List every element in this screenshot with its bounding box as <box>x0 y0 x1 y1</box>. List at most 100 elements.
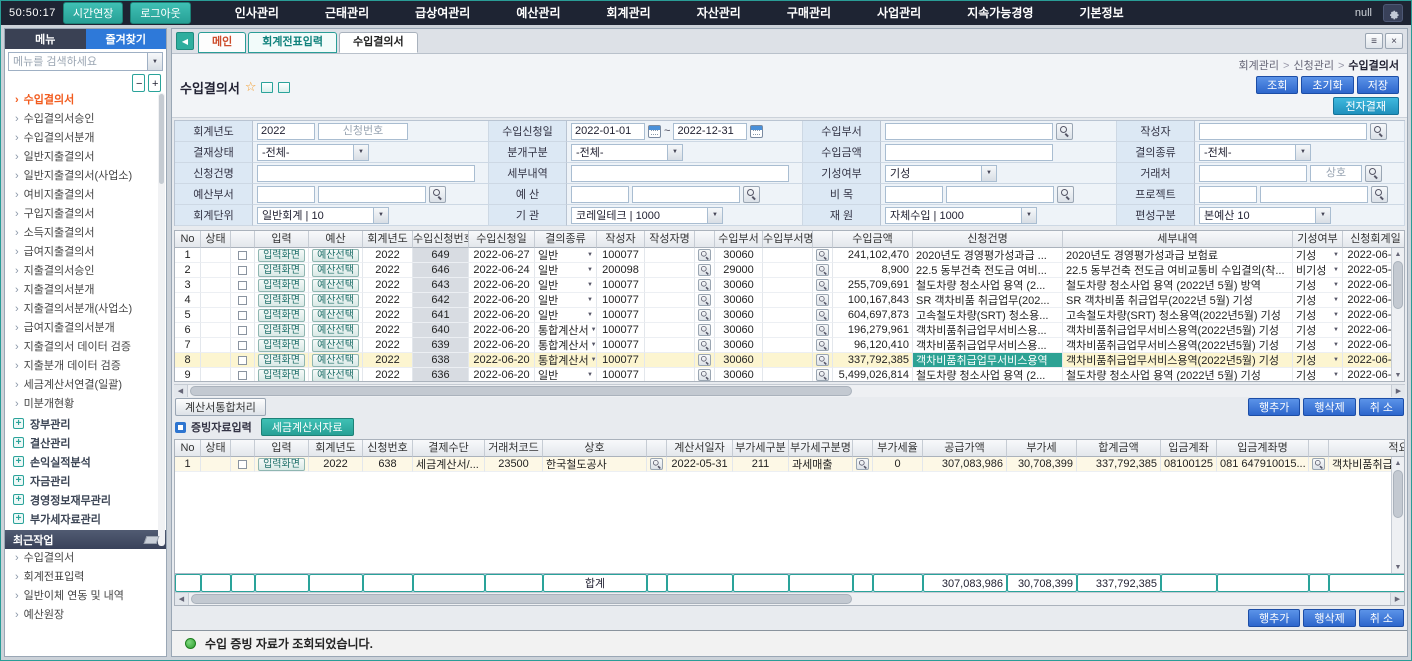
search-button[interactable] <box>816 309 829 321</box>
project-search-button[interactable] <box>1371 186 1388 203</box>
table-row[interactable]: 4입력화면예산선택20226422022-06-20일반▼10007730060… <box>175 293 1405 308</box>
topbar-menu[interactable]: 예산관리 <box>493 1 583 25</box>
scroll-up-icon[interactable]: ▲ <box>1392 248 1405 260</box>
search-button[interactable] <box>856 458 869 470</box>
topbar-menu[interactable]: 구매관리 <box>764 1 854 25</box>
add-row-button[interactable]: 행추가 <box>1248 609 1300 627</box>
budget-name-input[interactable] <box>632 186 740 203</box>
writer-search-button[interactable] <box>1370 123 1387 140</box>
horizontal-scrollbar[interactable]: ◀ ▶ <box>175 592 1404 605</box>
vendor-search-button[interactable] <box>1365 165 1382 182</box>
topbar-menu[interactable]: 자산관리 <box>674 1 764 25</box>
scroll-thumb[interactable] <box>1393 261 1403 309</box>
vertical-scrollbar[interactable]: ▲ ▼ <box>1391 248 1404 381</box>
cell-select[interactable]: 비기성▼ <box>1293 263 1343 278</box>
sidebar-item[interactable]: ›일반지출결의서(사업소) <box>5 167 166 186</box>
search-button[interactable] <box>816 279 829 291</box>
input-screen-button[interactable]: 입력화면 <box>258 324 305 337</box>
topbar-menu[interactable]: 지속가능경영 <box>944 1 1056 25</box>
input-screen-button[interactable]: 입력화면 <box>258 458 305 471</box>
recent-item[interactable]: ›예산원장 <box>5 606 166 625</box>
scroll-left-icon[interactable]: ◀ <box>175 593 189 605</box>
search-button[interactable] <box>698 294 711 306</box>
chevron-down-icon[interactable]: ▼ <box>147 53 162 70</box>
income-dept-search-button[interactable] <box>1056 123 1073 140</box>
fiscal-year-input[interactable] <box>257 123 315 140</box>
table-row[interactable]: 5입력화면예산선택20226412022-06-20일반▼10007730060… <box>175 308 1405 323</box>
expense-item-name-input[interactable] <box>946 186 1054 203</box>
acct-unit-select[interactable]: 일반회계 | 10▼ <box>257 207 389 224</box>
topbar-menu[interactable]: 급상여관리 <box>392 1 493 25</box>
sidebar-section[interactable]: +손익실적분석 <box>5 452 166 471</box>
search-button[interactable] <box>816 294 829 306</box>
sidebar-item[interactable]: ›급여지출결의서분개 <box>5 319 166 338</box>
income-dept-input[interactable] <box>885 123 1053 140</box>
topbar-menu[interactable]: 회계관리 <box>584 1 674 25</box>
sidebar-item[interactable]: ›소득지출결의서 <box>5 224 166 243</box>
search-button[interactable] <box>698 324 711 336</box>
vendor-name-input[interactable] <box>1310 165 1362 182</box>
calendar-icon[interactable] <box>648 125 661 138</box>
completion-select[interactable]: 기성▼ <box>885 165 997 182</box>
agency-select[interactable]: 코레일테크 | 1000▼ <box>571 207 723 224</box>
project-code-input[interactable] <box>1199 186 1257 203</box>
search-button[interactable] <box>1312 458 1325 470</box>
budget-dept-search-button[interactable] <box>429 186 446 203</box>
logout-button[interactable]: 로그아웃 <box>130 2 190 24</box>
cell-select[interactable]: 일반▼ <box>535 263 597 278</box>
date-to-input[interactable] <box>673 123 747 140</box>
income-amount-input[interactable] <box>885 144 1053 161</box>
eapproval-button[interactable]: 전자결재 <box>1333 97 1399 115</box>
tab-income-resolution[interactable]: 수입결의서 <box>339 32 418 53</box>
tab-journal-entry[interactable]: 회계전표입력 <box>248 32 337 53</box>
decision-type-select[interactable]: -전체-▼ <box>1199 144 1311 161</box>
recent-item[interactable]: ›회계전표입력 <box>5 568 166 587</box>
expense-item-code-input[interactable] <box>885 186 943 203</box>
table-row[interactable]: 7입력화면예산선택20226392022-06-20통합계산서▼10007730… <box>175 338 1405 353</box>
sidebar-item[interactable]: ›미분개현황 <box>5 395 166 414</box>
row-checkbox[interactable] <box>238 266 247 275</box>
scroll-thumb[interactable] <box>159 94 164 184</box>
cell-select[interactable]: 기성▼ <box>1293 353 1343 368</box>
close-icon[interactable]: × <box>1385 33 1403 49</box>
search-button[interactable] <box>816 324 829 336</box>
search-button[interactable] <box>816 354 829 366</box>
scroll-down-icon[interactable]: ▼ <box>1392 561 1405 573</box>
budget-select-button[interactable]: 예산선택 <box>312 264 359 277</box>
sidebar-item[interactable]: ›지출결의서분개 <box>5 281 166 300</box>
request-title-input[interactable] <box>257 165 475 182</box>
sidebar-item[interactable]: ›일반지출결의서 <box>5 148 166 167</box>
search-button[interactable] <box>816 249 829 261</box>
popup-icon[interactable] <box>278 82 290 93</box>
cancel-button[interactable]: 취 소 <box>1359 609 1404 627</box>
row-checkbox[interactable] <box>238 341 247 350</box>
favorite-star-icon[interactable]: ☆ <box>245 79 257 95</box>
reset-button[interactable]: 초기화 <box>1301 76 1353 94</box>
table-row[interactable]: 8입력화면예산선택20226382022-06-20통합계산서▼10007730… <box>175 353 1405 368</box>
search-button[interactable] <box>698 354 711 366</box>
row-checkbox[interactable] <box>238 356 247 365</box>
sidebar-section[interactable]: +부가세자료관리 <box>5 509 166 528</box>
writer-input[interactable] <box>1199 123 1367 140</box>
cell-select[interactable]: 일반▼ <box>535 368 597 382</box>
row-checkbox[interactable] <box>238 371 247 380</box>
search-button[interactable] <box>698 369 711 381</box>
tab-favorites[interactable]: 즐겨찾기 <box>86 29 167 49</box>
search-button[interactable] <box>650 458 663 470</box>
scroll-left-icon[interactable]: ◀ <box>174 385 188 397</box>
row-checkbox[interactable] <box>238 296 247 305</box>
sidebar-section[interactable]: +결산관리 <box>5 433 166 452</box>
budget-select-button[interactable]: 예산선택 <box>312 339 359 352</box>
cell-select[interactable]: 통합계산서▼ <box>535 353 597 368</box>
clear-icon[interactable] <box>144 536 160 544</box>
search-button[interactable] <box>816 339 829 351</box>
table-row[interactable]: 3입력화면예산선택20226432022-06-20일반▼10007730060… <box>175 278 1405 293</box>
table-row[interactable]: 2입력화면예산선택20226462022-06-24일반▼20009829000… <box>175 263 1405 278</box>
row-checkbox[interactable] <box>238 311 247 320</box>
recent-item[interactable]: ›수입결의서 <box>5 549 166 568</box>
search-button[interactable] <box>698 339 711 351</box>
sidebar-item[interactable]: ›여비지출결의서 <box>5 186 166 205</box>
table-row[interactable]: 1입력화면2022638세금계산서/...23500한국철도공사2022-05-… <box>175 457 1405 472</box>
search-button[interactable] <box>816 264 829 276</box>
sidebar-section[interactable]: +경영정보재무관리 <box>5 490 166 509</box>
